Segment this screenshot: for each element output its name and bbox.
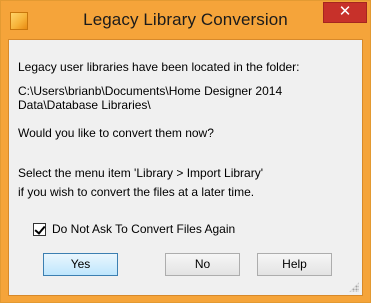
yes-button[interactable]: Yes [43,253,118,276]
help-button[interactable]: Help [257,253,332,276]
resize-grip-icon[interactable] [349,282,359,292]
close-button[interactable]: ✕ [323,2,367,23]
dont-ask-again-row[interactable]: Do Not Ask To Convert Files Again [33,221,235,237]
dialog-content: Legacy user libraries have been located … [8,39,363,296]
close-icon: ✕ [338,3,352,20]
message-located: Legacy user libraries have been located … [18,60,300,74]
library-path: C:\Users\brianb\Documents\Home Designer … [18,84,283,112]
message-hint-1: Select the menu item 'Library > Import L… [18,166,264,180]
dialog-window: Legacy Library Conversion ✕ Legacy user … [0,0,371,303]
dialog-title: Legacy Library Conversion [83,10,288,29]
dont-ask-again-label[interactable]: Do Not Ask To Convert Files Again [52,222,235,236]
message-question: Would you like to convert them now? [18,126,214,140]
dont-ask-again-checkbox[interactable] [33,222,46,236]
message-hint-2: if you wish to convert the files at a la… [18,185,255,199]
title-bar[interactable]: Legacy Library Conversion ✕ [1,1,370,39]
no-button[interactable]: No [165,253,240,276]
